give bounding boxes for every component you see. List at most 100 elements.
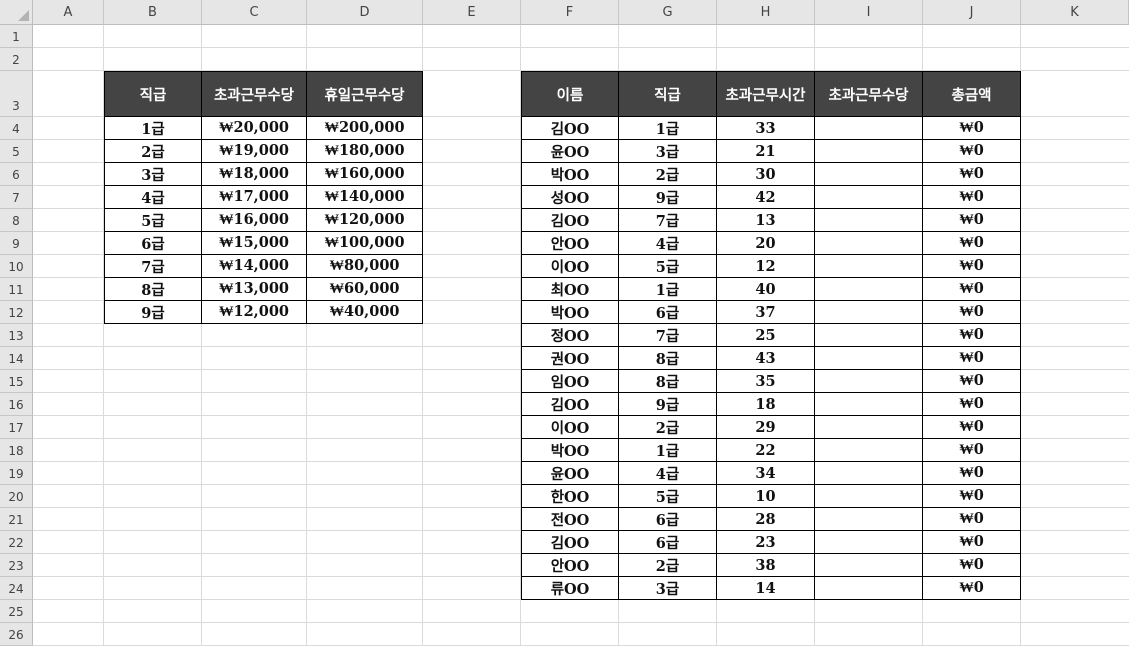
table2-cell[interactable]: 임OO [521,370,619,393]
row-header-14[interactable]: 14 [0,347,33,370]
table2-cell[interactable]: ₩0 [923,439,1021,462]
column-header-K[interactable]: K [1021,0,1129,25]
table2-cell[interactable]: 20 [717,232,815,255]
table1-cell[interactable]: 4급 [104,186,202,209]
table2-cell[interactable]: 40 [717,278,815,301]
select-all-corner[interactable] [0,0,33,25]
table2-cell[interactable]: 김OO [521,117,619,140]
row-header-5[interactable]: 5 [0,140,33,163]
table2-cell[interactable] [815,531,923,554]
table2-cell[interactable]: 12 [717,255,815,278]
table2-cell[interactable]: 14 [717,577,815,600]
column-header-H[interactable]: H [717,0,815,25]
table2-cell[interactable]: 윤OO [521,140,619,163]
row-header-17[interactable]: 17 [0,416,33,439]
table2-cell[interactable]: ₩0 [923,416,1021,439]
column-header-B[interactable]: B [104,0,202,25]
row-header-12[interactable]: 12 [0,301,33,324]
table2-cell[interactable] [815,232,923,255]
row-header-20[interactable]: 20 [0,485,33,508]
table2-cell[interactable]: 정OO [521,324,619,347]
table2-cell[interactable]: 33 [717,117,815,140]
table2-cell[interactable]: 윤OO [521,462,619,485]
table2-cell[interactable] [815,324,923,347]
table2-cell[interactable] [815,393,923,416]
column-header-A[interactable]: A [33,0,104,25]
table2-cell[interactable]: 김OO [521,531,619,554]
table2-cell[interactable]: 박OO [521,439,619,462]
table2-cell[interactable]: 권OO [521,347,619,370]
table2-cell[interactable]: 1급 [619,117,717,140]
table1-cell[interactable]: ₩18,000 [202,163,307,186]
column-header-D[interactable]: D [307,0,423,25]
row-header-23[interactable]: 23 [0,554,33,577]
table2-cell[interactable]: 2급 [619,163,717,186]
table1-cell[interactable]: ₩40,000 [307,301,423,324]
row-header-9[interactable]: 9 [0,232,33,255]
table2-cell[interactable]: 43 [717,347,815,370]
table2-cell[interactable] [815,439,923,462]
table2-cell[interactable]: 안OO [521,232,619,255]
row-header-3[interactable]: 3 [0,71,33,117]
table2-cell[interactable]: 13 [717,209,815,232]
column-header-C[interactable]: C [202,0,307,25]
table1-cell[interactable]: 5급 [104,209,202,232]
table2-cell[interactable]: 7급 [619,209,717,232]
table2-cell[interactable]: 6급 [619,301,717,324]
table2-cell[interactable] [815,163,923,186]
table2-cell[interactable]: ₩0 [923,324,1021,347]
table2-cell[interactable]: 38 [717,554,815,577]
table2-cell[interactable] [815,255,923,278]
table2-cell[interactable]: 42 [717,186,815,209]
table1-cell[interactable]: ₩13,000 [202,278,307,301]
spreadsheet-grid[interactable]: A B C D E F G H I J K 1 2 3 4 5 6 7 8 9 10 11 12 13 14 15 16 17 18 19… [0,0,1129,646]
table1-cell[interactable]: ₩14,000 [202,255,307,278]
row-header-11[interactable]: 11 [0,278,33,301]
table2-cell[interactable]: 박OO [521,301,619,324]
table2-cell[interactable]: 3급 [619,140,717,163]
row-header-18[interactable]: 18 [0,439,33,462]
table2-cell[interactable] [815,140,923,163]
table1-cell[interactable]: ₩60,000 [307,278,423,301]
table2-cell[interactable]: ₩0 [923,301,1021,324]
table2-cell[interactable]: 3급 [619,577,717,600]
table2-cell[interactable] [815,462,923,485]
table2-cell[interactable]: 29 [717,416,815,439]
table2-cell[interactable]: ₩0 [923,163,1021,186]
table2-cell[interactable]: ₩0 [923,140,1021,163]
table2-cell[interactable]: 안OO [521,554,619,577]
row-header-16[interactable]: 16 [0,393,33,416]
table1-cell[interactable]: 6급 [104,232,202,255]
row-header-19[interactable]: 19 [0,462,33,485]
table1-cell[interactable]: ₩100,000 [307,232,423,255]
table2-cell[interactable]: 22 [717,439,815,462]
row-header-4[interactable]: 4 [0,117,33,140]
table2-cell[interactable]: 한OO [521,485,619,508]
table1-cell[interactable]: ₩80,000 [307,255,423,278]
table1-cell[interactable]: ₩180,000 [307,140,423,163]
table1-cell[interactable]: ₩17,000 [202,186,307,209]
table2-cell[interactable]: 4급 [619,462,717,485]
table2-cell[interactable] [815,209,923,232]
table2-cell[interactable]: 23 [717,531,815,554]
table1-cell[interactable]: 2급 [104,140,202,163]
column-header-F[interactable]: F [521,0,619,25]
table2-cell[interactable]: ₩0 [923,186,1021,209]
table1-cell[interactable]: ₩20,000 [202,117,307,140]
row-header-24[interactable]: 24 [0,577,33,600]
table2-cell[interactable]: ₩0 [923,393,1021,416]
row-header-6[interactable]: 6 [0,163,33,186]
row-header-8[interactable]: 8 [0,209,33,232]
table2-cell[interactable]: 1급 [619,439,717,462]
table1-cell[interactable]: ₩19,000 [202,140,307,163]
table2-cell[interactable]: 1급 [619,278,717,301]
row-header-26[interactable]: 26 [0,623,33,646]
table2-cell[interactable]: ₩0 [923,577,1021,600]
table2-cell[interactable]: 2급 [619,554,717,577]
table2-cell[interactable]: 25 [717,324,815,347]
table2-cell[interactable]: 4급 [619,232,717,255]
row-header-13[interactable]: 13 [0,324,33,347]
table2-cell[interactable] [815,554,923,577]
column-header-I[interactable]: I [815,0,923,25]
table2-cell[interactable]: 김OO [521,209,619,232]
